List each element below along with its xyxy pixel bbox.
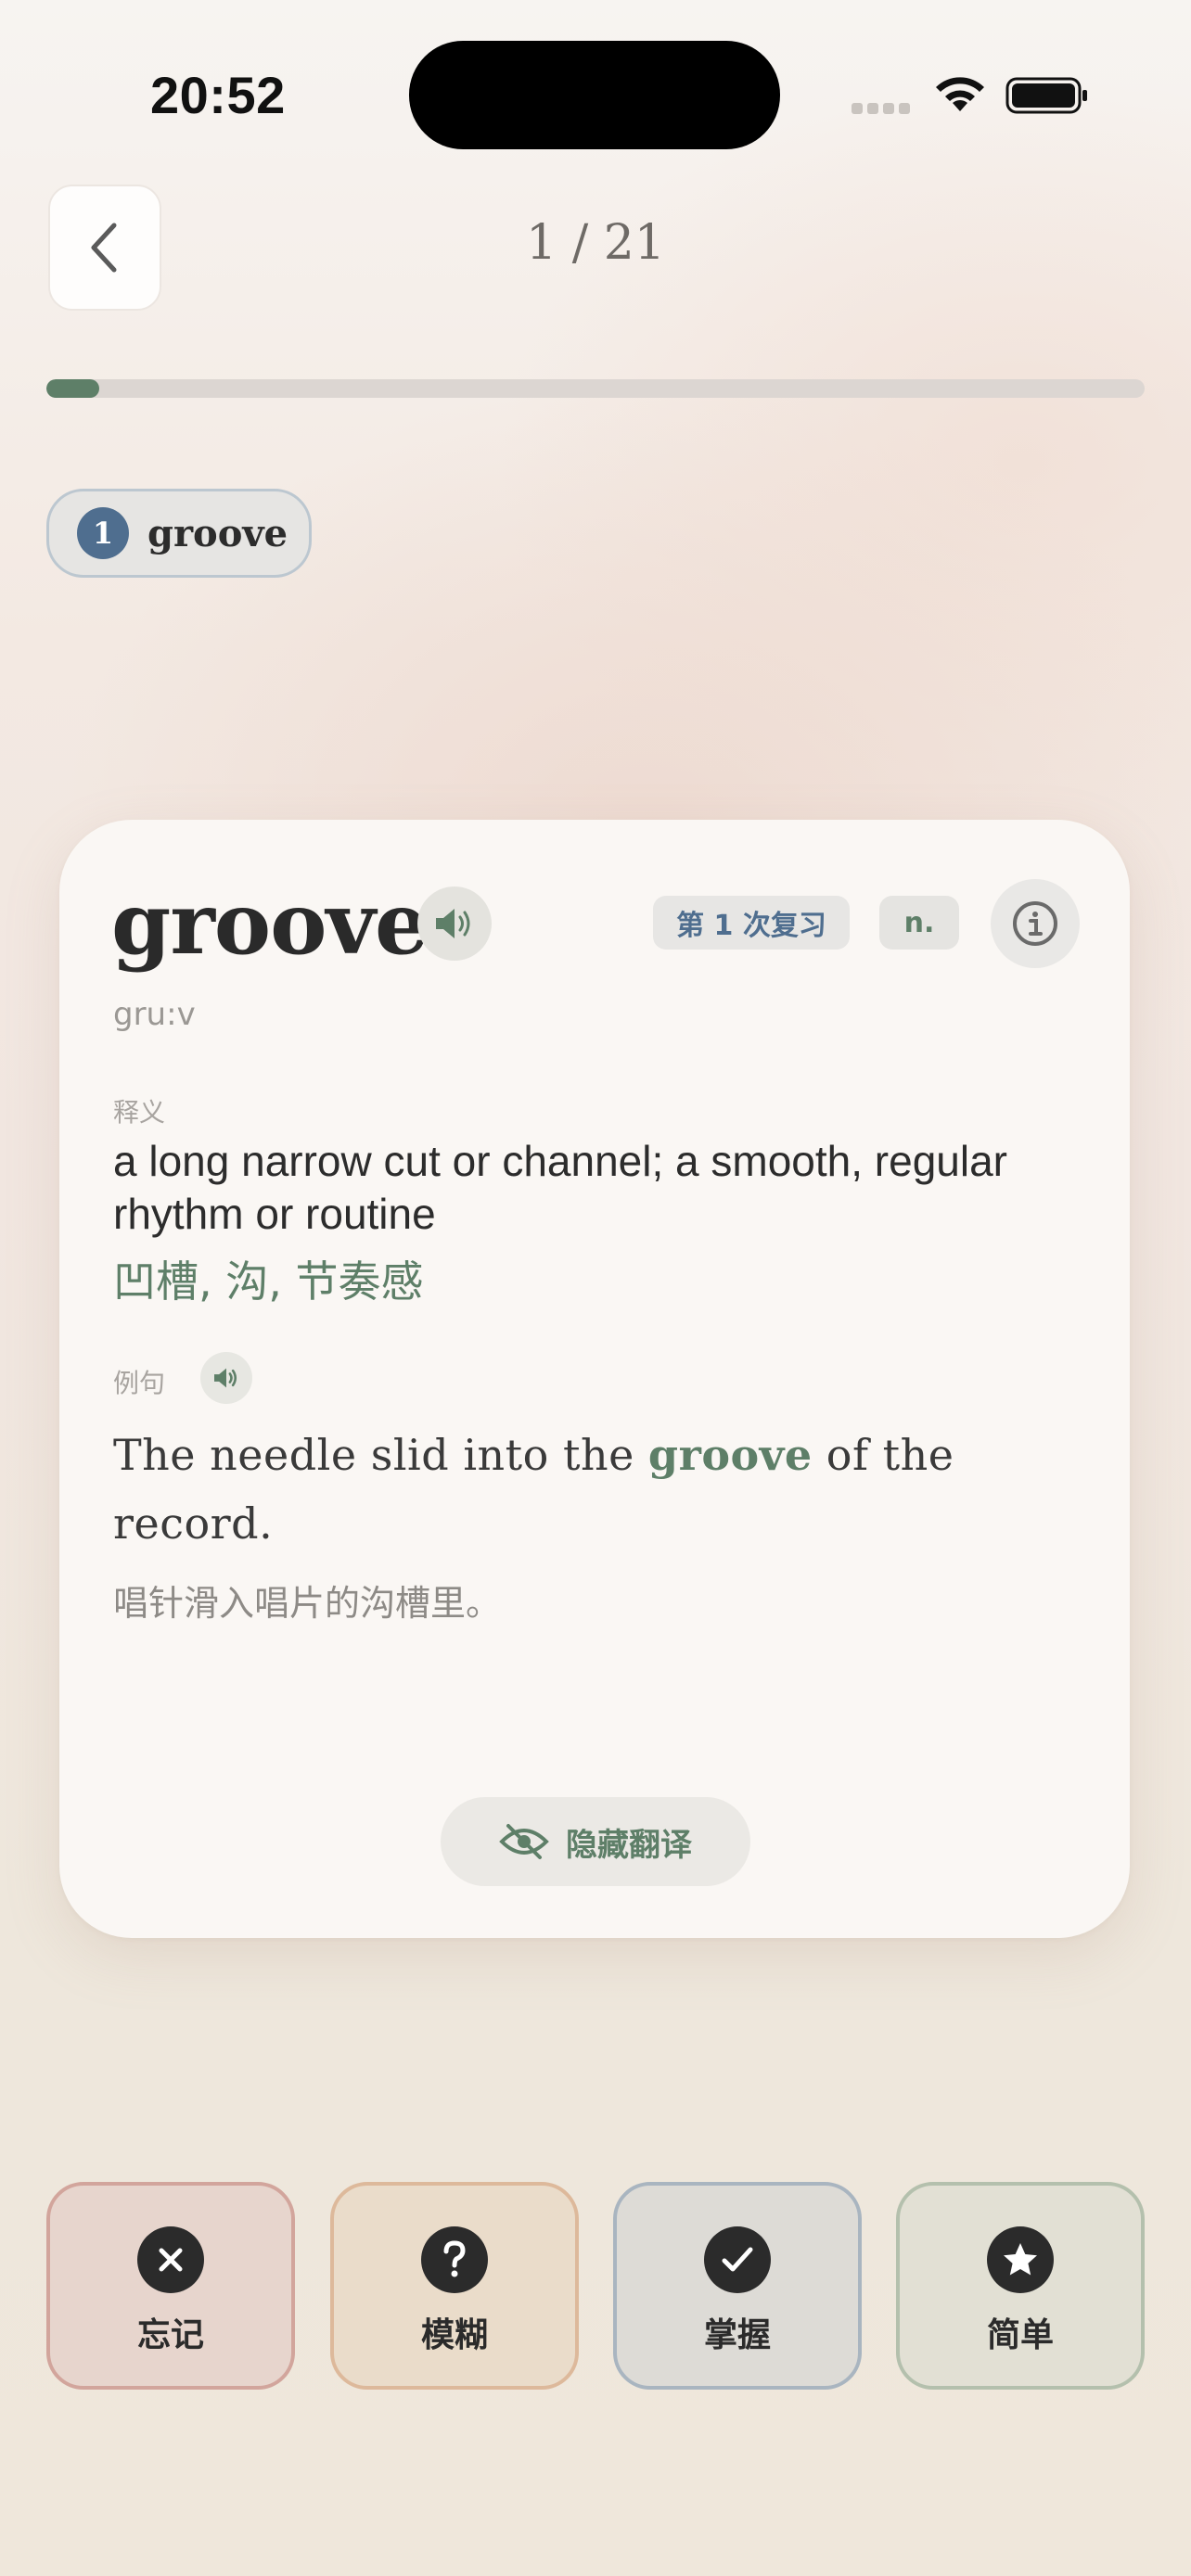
- phonetic: gru:v: [113, 996, 196, 1033]
- progress-fill: [46, 379, 99, 398]
- example-text-before: The needle slid into the: [113, 1430, 648, 1480]
- example-label: 例句: [113, 1368, 166, 1398]
- chip-word: groove: [147, 511, 288, 555]
- example-pronounce-button[interactable]: [200, 1352, 252, 1404]
- example-sentence: The needle slid into the groove of the r…: [113, 1421, 1050, 1558]
- speaker-icon: [436, 909, 470, 938]
- headword: groove: [111, 874, 429, 974]
- question-icon: [421, 2226, 488, 2293]
- translation-text: 凹槽, 沟, 节奏感: [113, 1256, 424, 1307]
- example-highlight-word: groove: [647, 1430, 813, 1480]
- battery-icon: [1005, 77, 1087, 114]
- rating-easy-button[interactable]: 简单: [896, 2182, 1145, 2390]
- chevron-left-icon: [91, 223, 117, 273]
- wifi-icon: [936, 77, 984, 111]
- rating-forget-button[interactable]: 忘记: [46, 2182, 295, 2390]
- speaker-icon: [214, 1368, 237, 1388]
- rating-easy-label: 简单: [986, 2316, 1054, 2354]
- review-count-badge: 第 1 次复习: [653, 896, 850, 950]
- progress-bar: [46, 379, 1145, 398]
- example-translation: 唱针滑入唱片的沟槽里。: [113, 1583, 502, 1624]
- check-icon: [704, 2226, 771, 2293]
- hide-translation-button[interactable]: 隐藏翻译: [441, 1797, 750, 1886]
- rating-fuzzy-label: 模糊: [420, 2316, 488, 2354]
- status-time: 20:52: [150, 66, 286, 124]
- part-of-speech-badge: n.: [879, 896, 959, 950]
- rating-master-label: 掌握: [703, 2316, 771, 2354]
- hide-translation-label: 隐藏翻译: [566, 1826, 692, 1864]
- chip-index: 1: [77, 507, 129, 559]
- rating-fuzzy-button[interactable]: 模糊: [330, 2182, 579, 2390]
- pronounce-button[interactable]: [417, 886, 492, 961]
- info-icon: [1013, 901, 1057, 946]
- definition-text: a long narrow cut or channel; a smooth, …: [113, 1137, 1007, 1238]
- eye-slash-icon: [499, 1824, 549, 1859]
- definition-label: 释义: [113, 1097, 166, 1128]
- word-card: groove 第 1 次复习 n. gru:v 释义 a long narrow…: [59, 820, 1130, 1938]
- cellular-signal-icon: [852, 103, 910, 114]
- star-icon: [987, 2226, 1054, 2293]
- x-icon: [137, 2226, 204, 2293]
- rating-forget-label: 忘记: [136, 2316, 204, 2354]
- progress-counter: 1 / 21: [526, 215, 665, 271]
- dynamic-island: [409, 41, 780, 149]
- rating-master-button[interactable]: 掌握: [613, 2182, 862, 2390]
- current-word-chip[interactable]: 1 groove: [46, 489, 312, 578]
- info-button[interactable]: [991, 879, 1080, 968]
- back-button[interactable]: [48, 185, 161, 311]
